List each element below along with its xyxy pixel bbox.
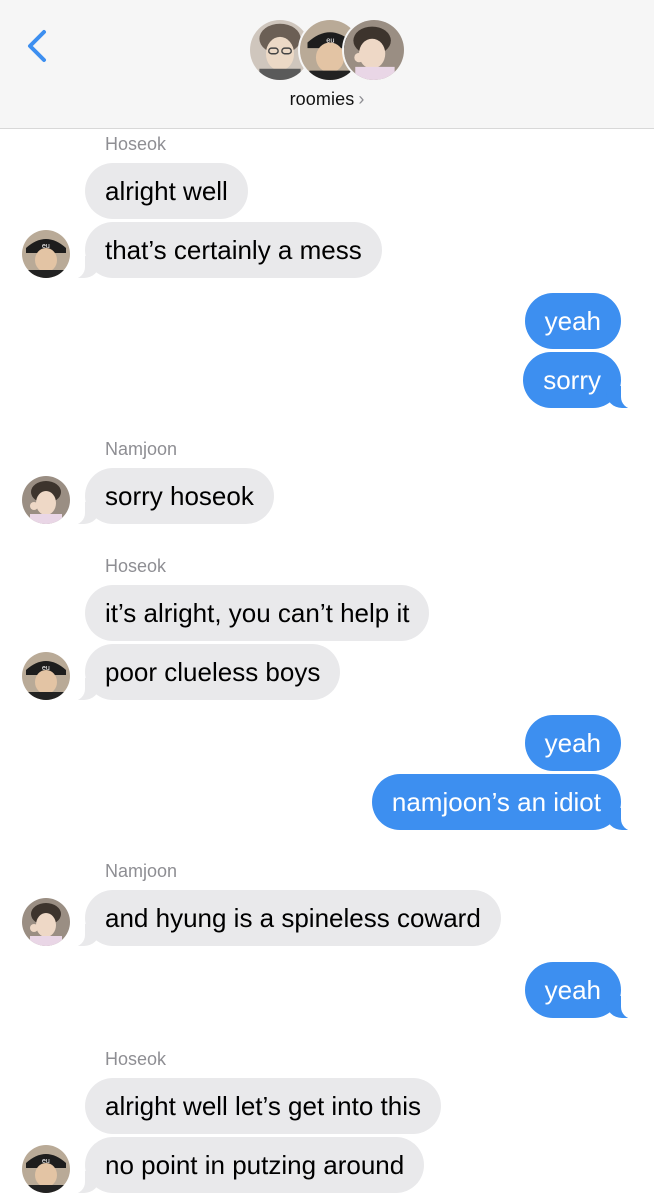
message-text: alright well let’s get into this [105,1091,422,1121]
message-text: no point in putzing around [105,1150,405,1180]
message-text: alright well [105,176,228,206]
sender-name: Namjoon [105,439,178,459]
message-bubble-outgoing[interactable]: yeah [524,293,621,349]
avatar[interactable]: eu [22,230,70,278]
sender-name: Namjoon [105,861,178,881]
group-title[interactable]: roomies › [0,89,654,110]
message-text: and hyung is a spineless coward [105,903,481,933]
message-bubble-incoming[interactable]: that’s certainly a mess [71,222,382,279]
conversation-header: eu roomies › [0,0,654,129]
avatar[interactable]: eu [22,652,70,700]
message-text: yeah [544,728,601,758]
message-text: yeah [544,306,601,336]
message-bubble-incoming[interactable]: alright well let’s get into this [85,1078,442,1134]
avatar[interactable] [22,476,70,524]
message-text: that’s certainly a mess [105,235,362,265]
sender-name: Hoseok [105,134,167,154]
message-text: sorry [543,365,601,395]
avatar [342,18,406,82]
message-bubble-incoming[interactable]: sorry hoseok [71,468,274,525]
avatar[interactable] [22,898,70,946]
message-text: it’s alright, you can’t help it [105,598,410,628]
sender-name: Hoseok [105,556,167,576]
message-text: poor clueless boys [105,657,321,687]
message-bubble-outgoing[interactable]: namjoon’s an idiot [371,774,636,831]
group-name: roomies [289,89,355,109]
message-bubble-incoming[interactable]: and hyung is a spineless coward [71,890,501,947]
message-text: sorry hoseok [105,481,254,511]
message-bubble-outgoing[interactable]: sorry [523,352,635,409]
chevron-right-icon: › [358,89,365,109]
message-bubble-outgoing[interactable]: yeah [524,715,621,771]
message-bubble-incoming[interactable]: alright well [85,163,248,219]
message-bubble-incoming[interactable]: no point in putzing around [70,1137,425,1194]
message-text: namjoon’s an idiot [391,787,601,817]
avatar[interactable]: eu [22,1145,70,1193]
message-bubble-incoming[interactable]: poor clueless boys [70,644,341,701]
chevron-left-icon [28,30,46,62]
message-bubble-outgoing[interactable]: yeah [524,962,636,1019]
group-avatars[interactable]: eu [248,18,408,84]
sender-name: Hoseok [105,1049,167,1069]
message-text: yeah [544,975,601,1005]
back-button[interactable] [22,26,58,66]
message-bubble-incoming[interactable]: it’s alright, you can’t help it [85,585,430,641]
